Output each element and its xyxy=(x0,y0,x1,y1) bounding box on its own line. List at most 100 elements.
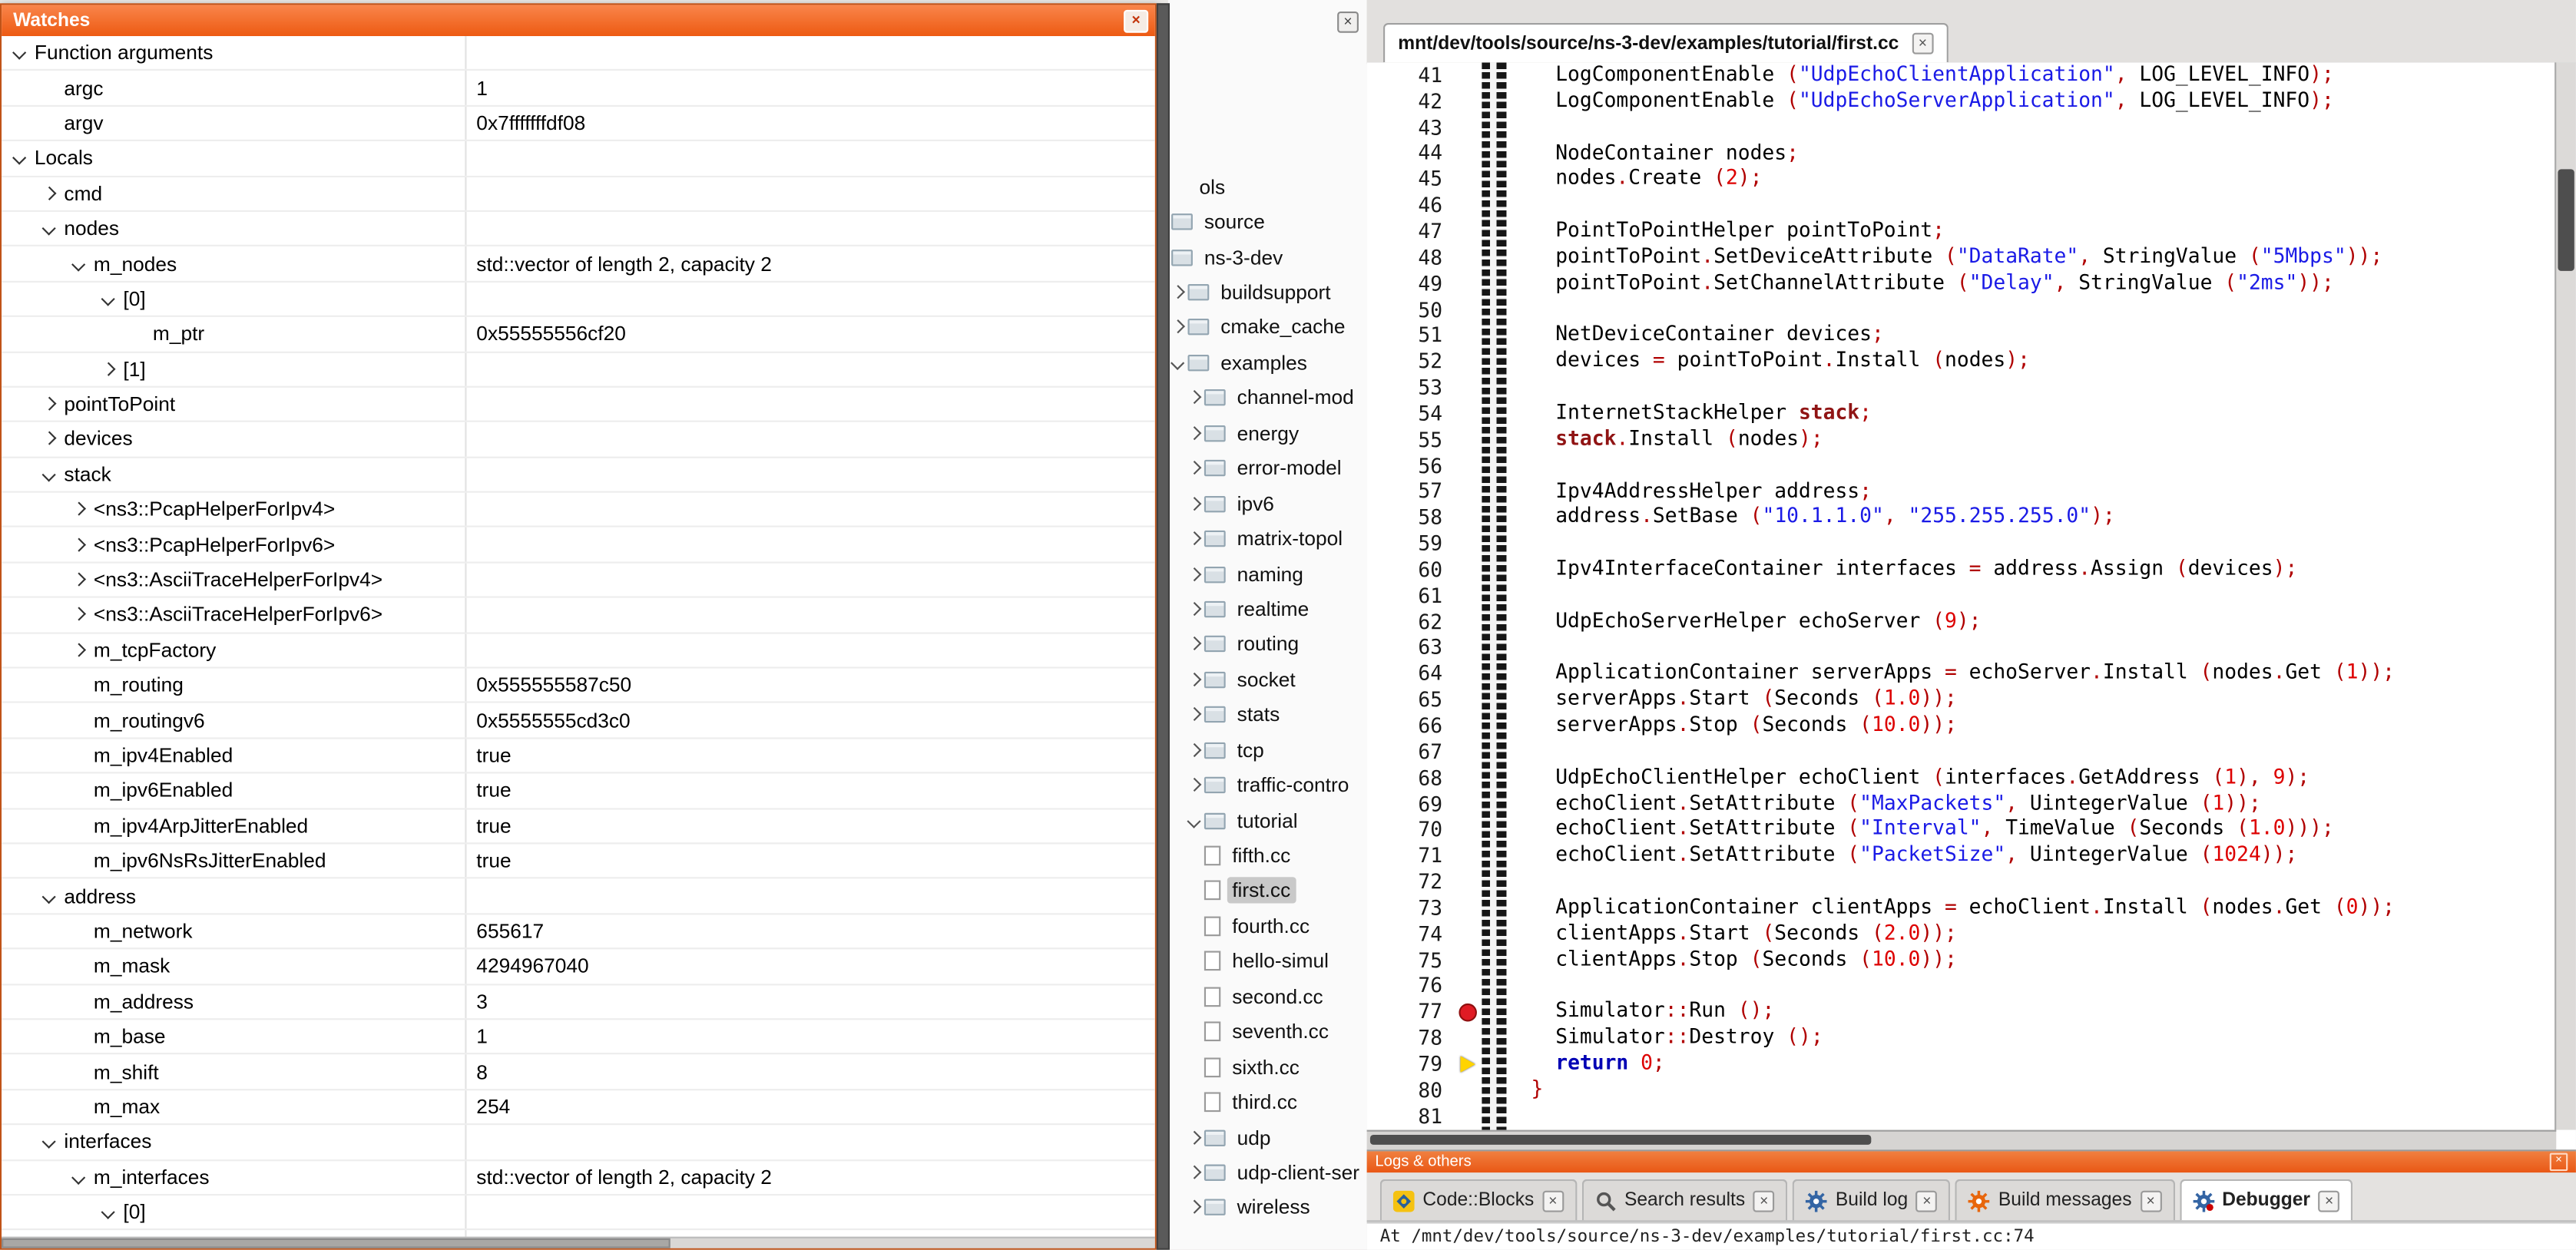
watches-vertical-scrollbar[interactable] xyxy=(1157,3,1170,1250)
tree-item-socket[interactable]: socket xyxy=(1168,662,1367,697)
breakpoint-margin[interactable] xyxy=(1455,557,1482,583)
breakpoint-margin[interactable] xyxy=(1455,791,1482,817)
line-number[interactable]: 80 xyxy=(1367,1079,1456,1102)
watch-row-0[interactable]: [0] xyxy=(2,1195,1155,1231)
editor-vertical-scrollbar[interactable] xyxy=(2554,62,2576,1129)
breakpoint-margin[interactable] xyxy=(1455,635,1482,661)
tree-item-traffic-contro[interactable]: traffic-contro xyxy=(1168,768,1367,803)
breakpoint-margin[interactable] xyxy=(1455,1077,1482,1103)
code-line-58[interactable]: 58 address.SetBase ("10.1.1.0", "255.255… xyxy=(1367,504,2576,531)
line-number[interactable]: 74 xyxy=(1367,923,1456,946)
tree-item-third-cc[interactable]: third.cc xyxy=(1168,1085,1367,1120)
line-number[interactable]: 79 xyxy=(1367,1053,1456,1076)
expand-down-icon[interactable] xyxy=(12,150,35,166)
close-icon[interactable]: × xyxy=(2140,1190,2161,1212)
watch-row-ns3-asciitracehelperforipv4[interactable]: <ns3::AsciiTraceHelperForIpv4> xyxy=(2,563,1155,598)
close-icon[interactable]: × xyxy=(1337,12,1359,33)
breakpoint-margin[interactable] xyxy=(1455,973,1482,999)
breakpoint-margin[interactable] xyxy=(1455,739,1482,765)
line-number[interactable]: 66 xyxy=(1367,714,1456,737)
breakpoint-margin[interactable] xyxy=(1455,62,1482,88)
expand-right-icon[interactable] xyxy=(71,537,94,553)
line-number[interactable]: 58 xyxy=(1367,506,1456,529)
watch-row-stack[interactable]: stack xyxy=(2,458,1155,493)
expand-down-icon[interactable] xyxy=(41,1134,64,1150)
tree-item-cmake-cache[interactable]: cmake_cache xyxy=(1168,310,1367,346)
tree-item-buildsupport[interactable]: buildsupport xyxy=(1168,275,1367,310)
watch-row-m-mask[interactable]: m_mask4294967040 xyxy=(2,950,1155,985)
watch-row-m-interfaces[interactable]: m_interfacesstd::vector of length 2, cap… xyxy=(2,1160,1155,1195)
tree-item-seventh-cc[interactable]: seventh.cc xyxy=(1168,1014,1367,1050)
editor-tab-first-cc[interactable]: mnt/dev/tools/source/ns-3-dev/examples/t… xyxy=(1383,23,1948,62)
line-number[interactable]: 47 xyxy=(1367,220,1456,243)
expand-right-icon[interactable] xyxy=(41,396,64,412)
expand-right-icon[interactable] xyxy=(1187,392,1200,405)
code-line-77[interactable]: 77 Simulator::Run (); xyxy=(1367,999,2576,1025)
expand-down-icon[interactable] xyxy=(41,466,64,482)
tree-item-wireless[interactable]: wireless xyxy=(1168,1190,1367,1225)
line-number[interactable]: 43 xyxy=(1367,116,1456,139)
code-line-47[interactable]: 47 PointToPointHelper pointToPoint; xyxy=(1367,219,2576,245)
expand-right-icon[interactable] xyxy=(71,571,94,587)
close-icon[interactable]: × xyxy=(1916,1190,1938,1212)
expand-right-icon[interactable] xyxy=(1187,603,1200,616)
code-line-70[interactable]: 70 echoClient.SetAttribute ("Interval", … xyxy=(1367,817,2576,843)
tree-item-sixth-cc[interactable]: sixth.cc xyxy=(1168,1050,1367,1085)
line-number[interactable]: 48 xyxy=(1367,246,1456,269)
watch-row-argv[interactable]: argv0x7fffffffdf08 xyxy=(2,107,1155,142)
watch-row-1[interactable]: [1] xyxy=(2,352,1155,388)
code-line-41[interactable]: 41 LogComponentEnable ("UdpEchoClientApp… xyxy=(1367,62,2576,88)
line-number[interactable]: 55 xyxy=(1367,428,1456,451)
expand-right-icon[interactable] xyxy=(1187,567,1200,580)
expand-right-icon[interactable] xyxy=(1187,497,1200,510)
line-number[interactable]: 54 xyxy=(1367,402,1456,425)
breakpoint-margin[interactable] xyxy=(1455,869,1482,895)
tree-item-energy[interactable]: energy xyxy=(1168,415,1367,451)
line-number[interactable]: 56 xyxy=(1367,455,1456,478)
code-line-78[interactable]: 78 Simulator::Destroy (); xyxy=(1367,1025,2576,1051)
expand-right-icon[interactable] xyxy=(71,501,94,518)
scrollbar-thumb[interactable] xyxy=(2,1238,670,1248)
expand-right-icon[interactable] xyxy=(1187,1166,1200,1179)
close-icon[interactable]: × xyxy=(2550,1153,2568,1172)
watch-row-argc[interactable]: argc1 xyxy=(2,71,1155,107)
breakpoint-margin[interactable] xyxy=(1455,504,1482,531)
breakpoint-margin[interactable] xyxy=(1455,427,1482,453)
breakpoint-margin[interactable] xyxy=(1455,349,1482,375)
breakpoint-margin[interactable] xyxy=(1455,843,1482,869)
tree-item-udp-client-ser[interactable]: udp-client-ser xyxy=(1168,1155,1367,1190)
breakpoint-margin[interactable] xyxy=(1455,583,1482,609)
editor-horizontal-scrollbar[interactable] xyxy=(1367,1130,2557,1150)
line-number[interactable]: 78 xyxy=(1367,1027,1456,1050)
watches-horizontal-scrollbar[interactable] xyxy=(2,1237,1155,1248)
code-line-59[interactable]: 59 xyxy=(1367,531,2576,557)
expand-down-icon[interactable] xyxy=(1171,356,1184,369)
line-number[interactable]: 59 xyxy=(1367,532,1456,555)
expand-down-icon[interactable] xyxy=(41,220,64,236)
tree-item-examples[interactable]: examples xyxy=(1168,346,1367,381)
watch-row-first[interactable]: first xyxy=(2,1231,1155,1237)
watch-row-m-ipv4arpjitterenabled[interactable]: m_ipv4ArpJitterEnabledtrue xyxy=(2,809,1155,845)
watch-row-function-arguments[interactable]: Function arguments xyxy=(2,36,1155,71)
line-number[interactable]: 46 xyxy=(1367,194,1456,217)
log-tab-build-messages[interactable]: Build messages× xyxy=(1955,1179,2174,1220)
expand-right-icon[interactable] xyxy=(1187,638,1200,651)
line-number[interactable]: 51 xyxy=(1367,324,1456,347)
expand-right-icon[interactable] xyxy=(1187,1201,1200,1214)
tree-item-second-cc[interactable]: second.cc xyxy=(1168,979,1367,1014)
watches-tree[interactable]: Function argumentsargc1argv0x7fffffffdf0… xyxy=(2,36,1155,1237)
tree-item-udp[interactable]: udp xyxy=(1168,1119,1367,1155)
code-line-55[interactable]: 55 stack.Install (nodes); xyxy=(1367,427,2576,453)
line-number[interactable]: 67 xyxy=(1367,740,1456,763)
expand-down-icon[interactable] xyxy=(100,1204,123,1220)
expand-down-icon[interactable] xyxy=(71,256,94,272)
watch-row-interfaces[interactable]: interfaces xyxy=(2,1125,1155,1160)
watch-row-pointtopoint[interactable]: pointToPoint xyxy=(2,388,1155,423)
breakpoint-margin[interactable] xyxy=(1455,817,1482,843)
log-tab-build-log[interactable]: Build log× xyxy=(1793,1179,1951,1220)
breakpoint-margin[interactable] xyxy=(1455,1051,1482,1077)
code-line-60[interactable]: 60 Ipv4InterfaceContainer interfaces = a… xyxy=(1367,557,2576,583)
code-line-46[interactable]: 46 xyxy=(1367,193,2576,219)
watch-row-locals[interactable]: Locals xyxy=(2,141,1155,177)
scrollbar-thumb[interactable] xyxy=(1370,1135,1871,1145)
